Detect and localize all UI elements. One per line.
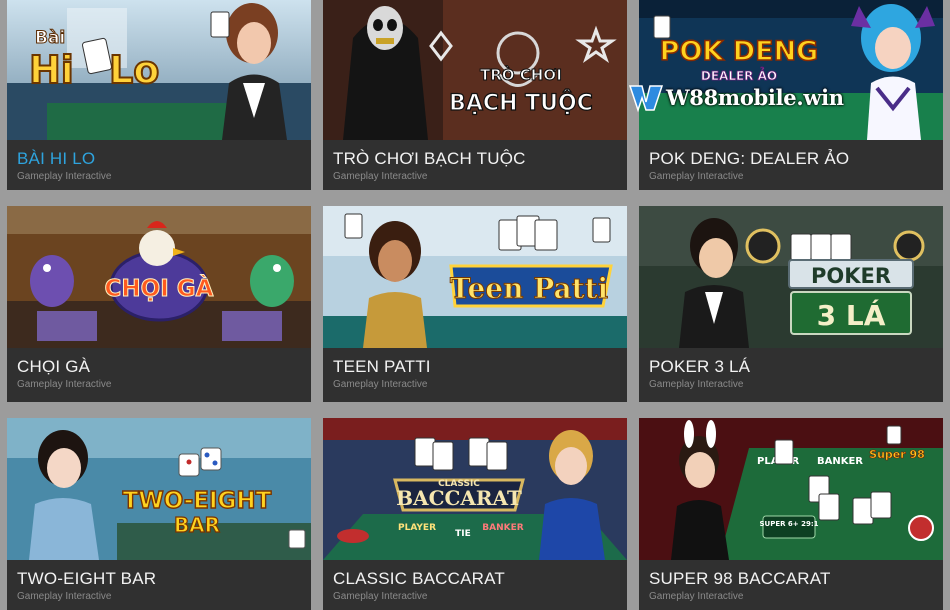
game-card-bai-hi-lo[interactable]: Bài Hi Lo BÀI HI LO Gameplay Interactive (7, 0, 311, 190)
game-title[interactable]: POK DENG: DEALER ẢO (649, 149, 849, 169)
game-title[interactable]: CLASSIC BACCARAT (333, 569, 505, 589)
game-card-teen-patti[interactable]: Teen Patti TEEN PATTI Gameplay Interacti… (323, 206, 627, 402)
game-grid: Bài Hi Lo BÀI HI LO Gameplay Interactive (0, 0, 950, 610)
game-provider: Gameplay Interactive (17, 591, 112, 602)
w88-logo-icon (628, 85, 664, 113)
game-caption: POK DENG: DEALER ẢO Gameplay Interactive (639, 142, 943, 190)
choi-ga-artwork: CHỌI GÀ (7, 206, 311, 348)
game-title[interactable]: TEEN PATTI (333, 357, 431, 377)
game-title[interactable]: TWO-EIGHT BAR (17, 569, 156, 589)
game-thumbnail[interactable]: Teen Patti (323, 206, 627, 348)
game-thumbnail[interactable]: CHỌI GÀ (7, 206, 311, 348)
game-caption: SUPER 98 BACCARAT Gameplay Interactive (639, 562, 943, 610)
art-text-banker: BANKER (817, 456, 863, 467)
game-thumbnail[interactable]: PLAYER BANKER Super 98 SUPER 6+ 29:1 (639, 418, 943, 560)
game-title[interactable]: BÀI HI LO (17, 149, 95, 169)
art-text-super-98: Super 98 (869, 448, 925, 461)
site-watermark: W88mobile.win (628, 78, 844, 116)
game-provider: Gameplay Interactive (333, 591, 428, 602)
game-caption: TWO-EIGHT BAR Gameplay Interactive (7, 562, 311, 610)
art-text-bach-tuoc: BẠCH TUỘC (449, 89, 593, 116)
game-caption: CHỌI GÀ Gameplay Interactive (7, 350, 311, 398)
game-provider: Gameplay Interactive (333, 171, 428, 182)
game-card-classic-baccarat[interactable]: CLASSIC BACCARAT PLAYER TIE BANKER CLASS… (323, 418, 627, 610)
art-text-bar: BAR (174, 513, 220, 537)
game-provider: Gameplay Interactive (17, 379, 112, 390)
classic-baccarat-artwork: CLASSIC BACCARAT PLAYER TIE BANKER (323, 418, 627, 560)
game-caption: POKER 3 LÁ Gameplay Interactive (639, 350, 943, 398)
super-98-baccarat-artwork: PLAYER BANKER Super 98 SUPER 6+ 29:1 (639, 418, 943, 560)
art-text-two-eight: TWO-EIGHT (123, 488, 272, 514)
game-title[interactable]: POKER 3 LÁ (649, 357, 750, 377)
game-title[interactable]: TRÒ CHƠI BẠCH TUỘC (333, 149, 526, 169)
game-thumbnail[interactable]: CLASSIC BACCARAT PLAYER TIE BANKER (323, 418, 627, 560)
game-provider: Gameplay Interactive (649, 591, 744, 602)
game-thumbnail[interactable]: POKER 3 LÁ (639, 206, 943, 348)
teen-patti-artwork: Teen Patti (323, 206, 627, 348)
game-card-two-eight-bar[interactable]: TWO-EIGHT BAR TWO-EIGHT BAR Gameplay Int… (7, 418, 311, 610)
game-card-super-98-baccarat[interactable]: PLAYER BANKER Super 98 SUPER 6+ 29:1 (639, 418, 943, 610)
game-caption: TRÒ CHƠI BẠCH TUỘC Gameplay Interactive (323, 142, 627, 190)
game-caption: TEEN PATTI Gameplay Interactive (323, 350, 627, 398)
game-provider: Gameplay Interactive (17, 171, 112, 182)
game-card-tro-choi-bach-tuoc[interactable]: TRÒ CHƠI BẠCH TUỘC TRÒ CHƠI BẠCH TUỘC Ga… (323, 0, 627, 190)
game-card-poker-3-la[interactable]: POKER 3 LÁ POKER 3 LÁ Gameplay Interacti… (639, 206, 943, 402)
art-text-tie: TIE (455, 529, 471, 539)
art-text-teen-patti: Teen Patti (450, 272, 608, 305)
art-text-banker: BANKER (482, 523, 523, 533)
art-text-lo: Lo (109, 48, 159, 92)
art-text-baccarat: BACCARAT (396, 486, 522, 510)
game-title[interactable]: SUPER 98 BACCARAT (649, 569, 831, 589)
game-card-choi-ga[interactable]: CHỌI GÀ CHỌI GÀ Gameplay Interactive (7, 206, 311, 402)
game-thumbnail[interactable]: Bài Hi Lo (7, 0, 311, 140)
art-text-bai: Bài (35, 28, 65, 48)
game-provider: Gameplay Interactive (649, 379, 744, 390)
art-text-super-6: SUPER 6+ 29:1 (759, 520, 818, 528)
art-text-choi-ga: CHỌI GÀ (105, 274, 214, 302)
game-title[interactable]: CHỌI GÀ (17, 357, 90, 377)
game-thumbnail[interactable]: POK DENG DEALER ẢO (639, 0, 943, 140)
bai-hi-lo-artwork: Bài Hi Lo (7, 0, 311, 140)
game-provider: Gameplay Interactive (333, 379, 428, 390)
art-text-pok-deng: POK DENG (660, 36, 819, 67)
watermark-text: W88mobile.win (666, 84, 844, 110)
game-thumbnail[interactable]: TWO-EIGHT BAR (7, 418, 311, 560)
tro-choi-bach-tuoc-artwork: TRÒ CHƠI BẠCH TUỘC (323, 0, 627, 140)
pok-deng-artwork: POK DENG DEALER ẢO (639, 0, 943, 140)
poker-3-la-artwork: POKER 3 LÁ (639, 206, 943, 348)
art-text-poker: POKER (811, 264, 891, 288)
two-eight-bar-artwork: TWO-EIGHT BAR (7, 418, 311, 560)
game-provider: Gameplay Interactive (649, 171, 744, 182)
game-thumbnail[interactable]: TRÒ CHƠI BẠCH TUỘC (323, 0, 627, 140)
art-text-tro-choi: TRÒ CHƠI (480, 65, 562, 84)
art-text-hi: Hi (29, 48, 74, 92)
game-caption: CLASSIC BACCARAT Gameplay Interactive (323, 562, 627, 610)
art-text-3-la: 3 LÁ (817, 298, 886, 332)
game-caption: BÀI HI LO Gameplay Interactive (7, 142, 311, 190)
art-text-player: PLAYER (398, 523, 436, 533)
